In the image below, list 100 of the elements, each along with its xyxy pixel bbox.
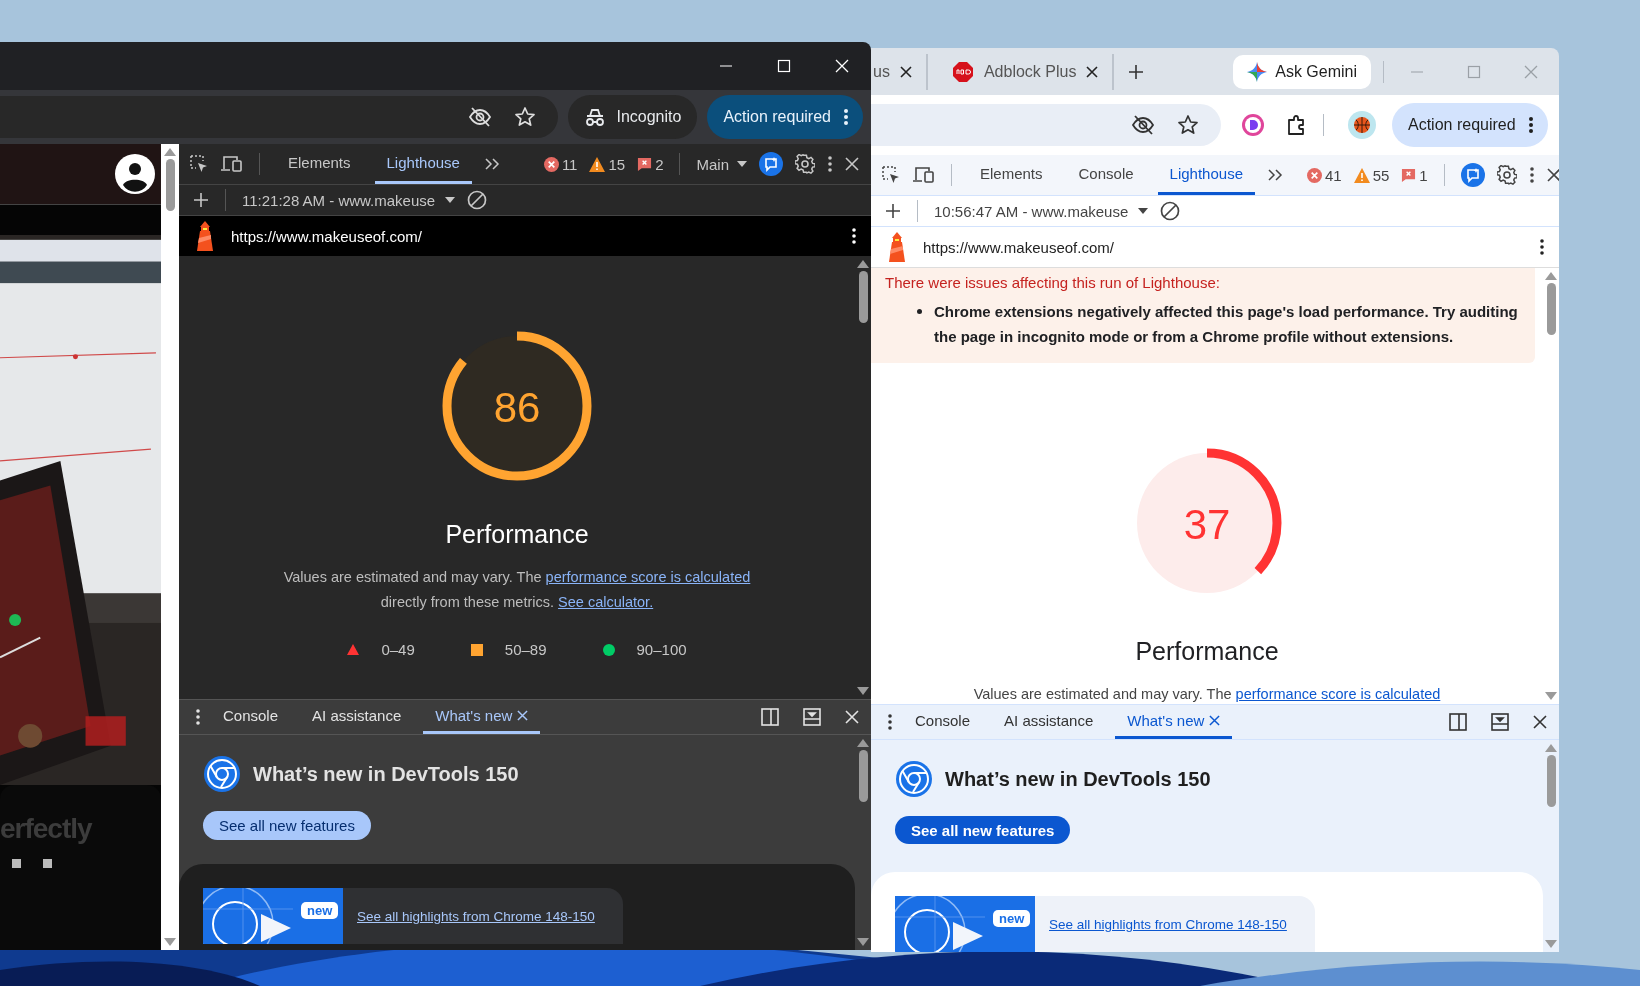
extension-icon[interactable] <box>1241 113 1265 137</box>
highlights-link[interactable]: See all highlights from Chrome 148-150 <box>1049 916 1287 932</box>
device-icon[interactable] <box>221 155 243 173</box>
eye-slash-icon[interactable] <box>468 106 493 128</box>
star-icon[interactable] <box>514 106 537 128</box>
inspect-icon[interactable] <box>189 154 209 174</box>
circle-icon <box>602 643 615 656</box>
incognito-icon <box>584 107 607 127</box>
drawer-tab[interactable]: What's new <box>1115 705 1233 739</box>
legend-label: 0–49 <box>381 641 415 658</box>
ask-gemini-button[interactable]: Ask Gemini <box>1233 54 1371 89</box>
chevron-right-icon[interactable] <box>483 157 500 171</box>
close-icon[interactable] <box>899 65 912 78</box>
see-all-features-button[interactable]: See all new features <box>895 816 1071 844</box>
stop-sign-icon <box>951 60 974 83</box>
drawer-tab[interactable]: Console <box>211 700 291 734</box>
close-icon[interactable] <box>1533 715 1547 729</box>
plus-icon[interactable] <box>885 203 901 219</box>
link[interactable]: performance score is calculated <box>545 569 751 585</box>
more-icon[interactable] <box>827 155 833 173</box>
gauge-title: Performance <box>1135 637 1279 666</box>
action-required-button[interactable]: Action required <box>707 95 863 139</box>
dock-side-icon[interactable] <box>1449 713 1467 731</box>
error-icon <box>543 156 559 172</box>
more-icon[interactable] <box>1539 238 1545 256</box>
warning-title: There were issues affecting this run of Lighthouse: <box>885 274 1221 291</box>
drawer-tab[interactable]: AI assistance <box>992 705 1106 739</box>
caret-icon <box>445 197 456 203</box>
link[interactable]: See calculator. <box>558 594 654 610</box>
tab-title: Adblock Plus <box>983 62 1077 81</box>
close-icon[interactable] <box>1209 715 1221 726</box>
star-icon[interactable] <box>1177 114 1199 136</box>
devtools-tab[interactable]: Console <box>1066 155 1146 195</box>
panel-heading: What’s new in DevTools 150 <box>253 762 519 786</box>
description: Values are estimated and may vary. The performance score is calculated directly from these metrics. See calculator. <box>283 568 751 612</box>
report-url: https://www.makeuseof.com/ <box>923 238 1114 256</box>
new-badge: new <box>993 910 1031 927</box>
error-count[interactable]: 11 <box>543 155 578 173</box>
warning-count[interactable]: 55 <box>1353 166 1390 184</box>
link[interactable]: performance score is calculated <box>1235 686 1441 702</box>
description: Values are estimated and may vary. The performance score is calculated <box>973 685 1441 704</box>
caret-icon <box>737 161 747 167</box>
close-icon <box>835 59 849 73</box>
more-icon[interactable] <box>195 708 201 726</box>
chevron-right-icon[interactable] <box>1267 168 1283 182</box>
eye-slash-icon[interactable] <box>1131 114 1155 136</box>
error-icon <box>1307 167 1322 183</box>
minimize-icon <box>1409 70 1424 73</box>
drawer-tab[interactable]: Console <box>903 705 983 739</box>
gauge-title: Performance <box>445 520 589 549</box>
browser-tab[interactable]: us <box>871 53 928 90</box>
panel-heading: What’s new in DevTools 150 <box>945 767 1211 791</box>
devtools-tab[interactable]: Elements <box>276 144 363 184</box>
devtools-tab[interactable]: Lighthouse <box>1157 155 1255 195</box>
caret-icon <box>1138 208 1149 214</box>
inspect-icon[interactable] <box>881 165 901 185</box>
sparkle-icon <box>1247 61 1268 82</box>
chrome-logo-icon <box>203 755 241 793</box>
issue-count[interactable]: 1 <box>1401 166 1428 184</box>
devtools-tab[interactable]: Elements <box>968 155 1055 195</box>
legend-label: 50–89 <box>504 641 547 658</box>
devtools-tab[interactable]: Lighthouse <box>374 144 472 184</box>
highlights-link[interactable]: See all highlights from Chrome 148-150 <box>357 908 595 924</box>
clear-icon[interactable] <box>1160 201 1181 221</box>
drawer-tab[interactable]: AI assistance <box>300 700 414 734</box>
score-value: 37 <box>1183 501 1231 548</box>
issue-count[interactable]: 2 <box>637 155 664 173</box>
more-icon[interactable] <box>851 227 857 245</box>
more-icon <box>1527 116 1534 134</box>
dock-bottom-icon[interactable] <box>1491 713 1509 731</box>
more-icon[interactable] <box>1528 166 1535 184</box>
report-url: https://www.makeuseof.com/ <box>231 227 422 245</box>
drawer-tab[interactable]: What's new <box>423 700 541 734</box>
browser-tab[interactable]: Adblock Plus <box>927 53 1115 90</box>
ball-icon[interactable] <box>1348 111 1376 139</box>
see-all-features-button[interactable]: See all new features <box>203 811 371 840</box>
issue-icon <box>637 156 653 172</box>
action-required-button[interactable]: Action required <box>1392 103 1548 147</box>
report-dropdown[interactable]: 10:56:47 AM - www.makeuse <box>934 202 1149 220</box>
report-dropdown[interactable]: 11:21:28 AM - www.makeuse <box>242 191 456 209</box>
bullet-icon <box>917 309 922 314</box>
warning-item: Chrome extensions negatively affected this page's load performance. Try auditing the page in incognito mode or from a Chrome profile without extensions. <box>934 302 1519 347</box>
incognito-button[interactable]: Incognito <box>568 95 698 139</box>
more-icon[interactable] <box>887 713 893 731</box>
warning-icon <box>589 156 606 172</box>
warning-icon <box>1353 167 1370 183</box>
target-dropdown[interactable]: Main <box>696 155 747 173</box>
close-icon[interactable] <box>1086 65 1099 78</box>
error-count[interactable]: 41 <box>1307 166 1342 184</box>
ai-assistant-icon[interactable] <box>759 152 783 176</box>
close-icon <box>1523 64 1538 79</box>
chrome-logo-icon <box>895 760 933 798</box>
device-icon[interactable] <box>913 166 935 184</box>
maximize-icon <box>777 59 791 73</box>
account-icon[interactable] <box>115 154 155 194</box>
warning-count[interactable]: 15 <box>589 155 626 173</box>
close-icon[interactable] <box>1546 168 1559 182</box>
maximize-icon <box>1466 64 1481 79</box>
settings-icon[interactable] <box>1496 165 1517 185</box>
new-tab-icon[interactable] <box>1128 63 1145 80</box>
